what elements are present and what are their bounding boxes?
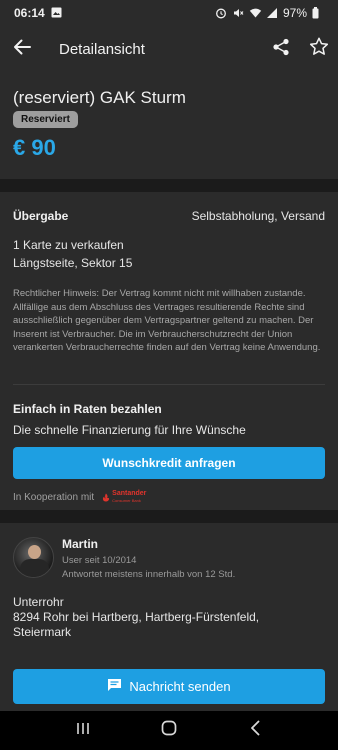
section-gap [0,510,338,523]
details-section: Übergabe Selbstabholung, Versand 1 Karte… [0,192,338,384]
cooperation-row: In Kooperation mit Santander Consumer Ba… [13,490,325,504]
location-line: Unterrohr [13,595,64,609]
listing-header: (reserviert) GAK Sturm Reserviert € 90 [0,72,338,179]
section-gap [0,179,338,192]
share-icon [272,38,290,61]
location-line: 8294 Rohr bei Hartberg, Hartberg-Fürsten… [13,610,260,624]
send-message-button[interactable]: Nachricht senden [13,669,325,704]
wifi-icon [249,7,262,19]
battery-icon [312,7,324,19]
system-navigation-bar [0,711,338,750]
santander-logo[interactable]: Santander Consumer Bank [102,490,146,504]
status-time: 06:14 [14,6,45,20]
home-icon [161,720,177,741]
response-time: Antwortet meistens innerhalb von 12 Std. [62,569,236,580]
send-message-label: Nachricht senden [129,679,231,694]
seller-section: Martin User seit 10/2014 Antwortet meist… [0,523,338,662]
cooperation-label: In Kooperation mit [13,491,95,503]
home-button[interactable] [149,711,189,750]
status-bar: 06:14 97% [0,0,338,26]
description-line: Längstseite, Sektor 15 [13,256,133,270]
battery-percent: 97% [282,6,307,20]
credit-request-button[interactable]: Wunschkredit anfragen [13,447,325,479]
mute-icon [232,7,244,19]
favorite-button[interactable] [300,26,338,72]
financing-title: Einfach in Raten bezahlen [13,402,162,416]
partner-logo-sub: Consumer Bank [112,498,141,503]
image-icon [51,7,63,19]
location-line: Steiermark [13,625,72,639]
status-badge: Reserviert [13,111,78,128]
seller-profile[interactable]: Martin User seit 10/2014 Antwortet meist… [13,537,325,580]
page-title: Detailansicht [59,40,145,58]
chat-icon [107,678,122,695]
recents-button[interactable] [63,711,103,750]
flame-icon [103,493,110,501]
recents-icon [76,722,90,740]
handover-label: Übergabe [13,209,69,223]
star-icon [309,37,329,61]
listing-title: (reserviert) GAK Sturm [13,88,186,107]
alarm-icon [215,7,227,19]
back-button[interactable] [0,26,44,72]
back-arrow-icon [13,39,31,60]
financing-section: Einfach in Raten bezahlen Die schnelle F… [0,385,338,510]
bottom-action-bar: Nachricht senden [0,662,338,711]
app-bar: Detailansicht [0,26,338,72]
description: 1 Karte zu verkaufen Längstseite, Sektor… [13,236,325,272]
avatar [13,537,54,578]
share-button[interactable] [262,26,300,72]
signal-icon [266,7,278,19]
handover-value: Selbstabholung, Versand [191,209,325,223]
seller-name: Martin [62,537,98,551]
handover-row: Übergabe Selbstabholung, Versand [13,209,325,223]
legal-notice: Rechtlicher Hinweis: Der Vertrag kommt n… [13,288,321,353]
back-icon [250,720,260,741]
content-scroll-area[interactable]: (reserviert) GAK Sturm Reserviert € 90 Ü… [0,72,338,662]
description-line: 1 Karte zu verkaufen [13,238,124,252]
seller-location: Unterrohr 8294 Rohr bei Hartberg, Hartbe… [13,595,325,640]
partner-logo-name: Santander [112,490,147,497]
listing-price: € 90 [13,135,56,160]
member-since: User seit 10/2014 [62,555,137,566]
nav-back-button[interactable] [235,711,275,750]
financing-subtitle: Die schnelle Finanzierung für Ihre Wünsc… [13,423,246,437]
